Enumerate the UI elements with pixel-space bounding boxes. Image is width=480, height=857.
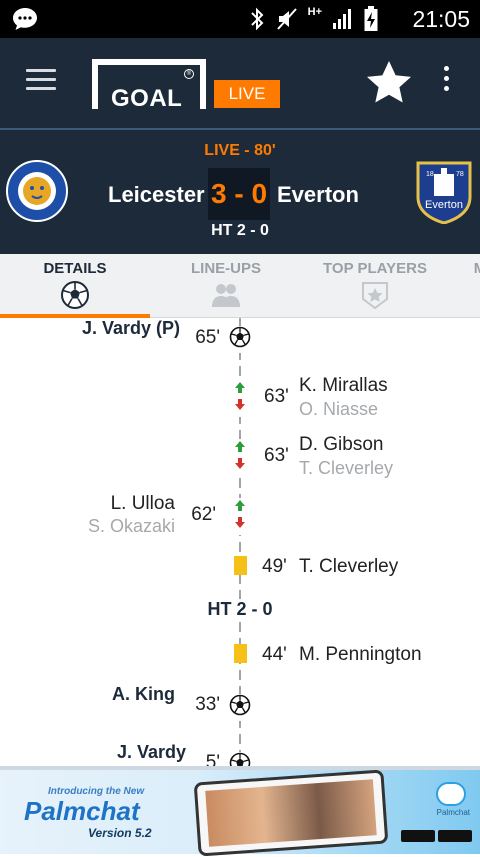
event-player: J. Vardy (P) <box>81 318 180 338</box>
yellow-card-icon <box>234 556 247 575</box>
ad-logo-label: Palmchat <box>436 808 470 817</box>
halftime-score: HT 2 - 0 <box>211 222 269 239</box>
palmchat-logo-icon <box>436 782 466 806</box>
leicester-crest-icon[interactable] <box>6 160 68 227</box>
chat-bubble-icon <box>12 7 38 36</box>
tab-label: TOP PLAYERS <box>323 260 427 277</box>
event-minute: 62' <box>191 504 216 525</box>
football-icon <box>40 280 110 315</box>
app-header: GOAL ® LIVE <box>0 38 480 128</box>
signal-icon <box>332 7 354 36</box>
halftime-marker: HT 2 - 0 <box>190 599 290 620</box>
event-minute: 5' <box>205 752 220 766</box>
event-minute: 63' <box>264 445 289 466</box>
football-goal-icon <box>229 694 251 721</box>
everton-crest-icon[interactable]: 18 78 Everton <box>414 160 474 229</box>
tab-bar: DETAILS LINE-UPS TOP PLAYERS M <box>0 254 480 318</box>
substitution-icon <box>233 498 247 535</box>
event-player-out: O. Niasse <box>299 399 379 419</box>
ad-title: Palmchat <box>24 796 140 826</box>
tab-label: LINE-UPS <box>190 260 261 277</box>
football-goal-icon <box>229 326 251 353</box>
battery-charging-icon <box>364 6 378 37</box>
event-minute: 63' <box>264 386 289 407</box>
logo-text: GOAL <box>111 85 183 112</box>
crest-year-right: 78 <box>456 171 464 178</box>
tab-top-players[interactable]: TOP PLAYERS <box>318 260 432 315</box>
event-minute: 44' <box>262 644 287 665</box>
home-team-name: Leicester <box>108 182 205 207</box>
event-player-in: L. Ulloa <box>110 493 175 514</box>
event-player: A. King <box>112 684 175 704</box>
tab-details[interactable]: DETAILS <box>40 260 110 315</box>
yellow-card-icon <box>234 644 247 663</box>
event-player-in: K. Mirallas <box>299 375 388 396</box>
tab-label: M <box>470 260 480 277</box>
substitution-icon <box>233 439 247 476</box>
match-timeline[interactable]: J. Vardy (P) 65' 63' K. Mirallas O. Nias… <box>0 318 480 766</box>
event-player-in: D. Gibson <box>299 434 384 455</box>
score: 3 - 0 <box>208 168 270 220</box>
scoreboard: LIVE - 80' Leicester 3 - 0 Everton 18 78… <box>0 128 480 254</box>
crest-year-left: 18 <box>426 171 434 178</box>
bluetooth-icon <box>248 7 266 36</box>
app-store-badges <box>401 830 472 842</box>
away-team-name: Everton <box>277 182 359 207</box>
ad-banner[interactable]: Introducing the New Palmchat Version 5.2… <box>0 766 480 857</box>
mute-icon <box>276 7 298 36</box>
tab-line-ups[interactable]: LINE-UPS <box>186 260 266 315</box>
crest-text: Everton <box>425 199 463 211</box>
event-minute: 49' <box>262 556 287 577</box>
star-badge-icon <box>318 280 432 315</box>
event-minute: 65' <box>195 327 220 348</box>
event-player-out: S. Okazaki <box>87 516 175 536</box>
goal-logo: GOAL ® <box>92 59 206 112</box>
event-player: M. Pennington <box>299 644 422 665</box>
status-bar: H+ 21:05 <box>0 0 480 38</box>
event-player: J. Vardy <box>116 742 186 762</box>
ad-version: Version 5.2 <box>88 826 152 840</box>
event-player-out: T. Cleverley <box>299 458 394 478</box>
hamburger-icon[interactable] <box>26 69 56 91</box>
registered-mark: ® <box>184 69 194 79</box>
substitution-icon <box>233 380 247 417</box>
ad-phone-image <box>193 769 389 857</box>
clock: 21:05 <box>412 6 470 32</box>
tab-more[interactable]: M <box>470 260 480 277</box>
network-type-label: H+ <box>307 6 322 18</box>
more-vert-icon[interactable] <box>438 66 454 96</box>
live-badge: LIVE <box>214 80 280 108</box>
players-icon <box>186 280 266 315</box>
event-player: T. Cleverley <box>299 556 399 577</box>
event-minute: 33' <box>195 694 220 715</box>
tab-label: DETAILS <box>43 260 107 277</box>
football-goal-icon <box>229 752 251 766</box>
match-status: LIVE - 80' <box>204 142 276 159</box>
favorite-star-icon[interactable] <box>366 60 412 109</box>
